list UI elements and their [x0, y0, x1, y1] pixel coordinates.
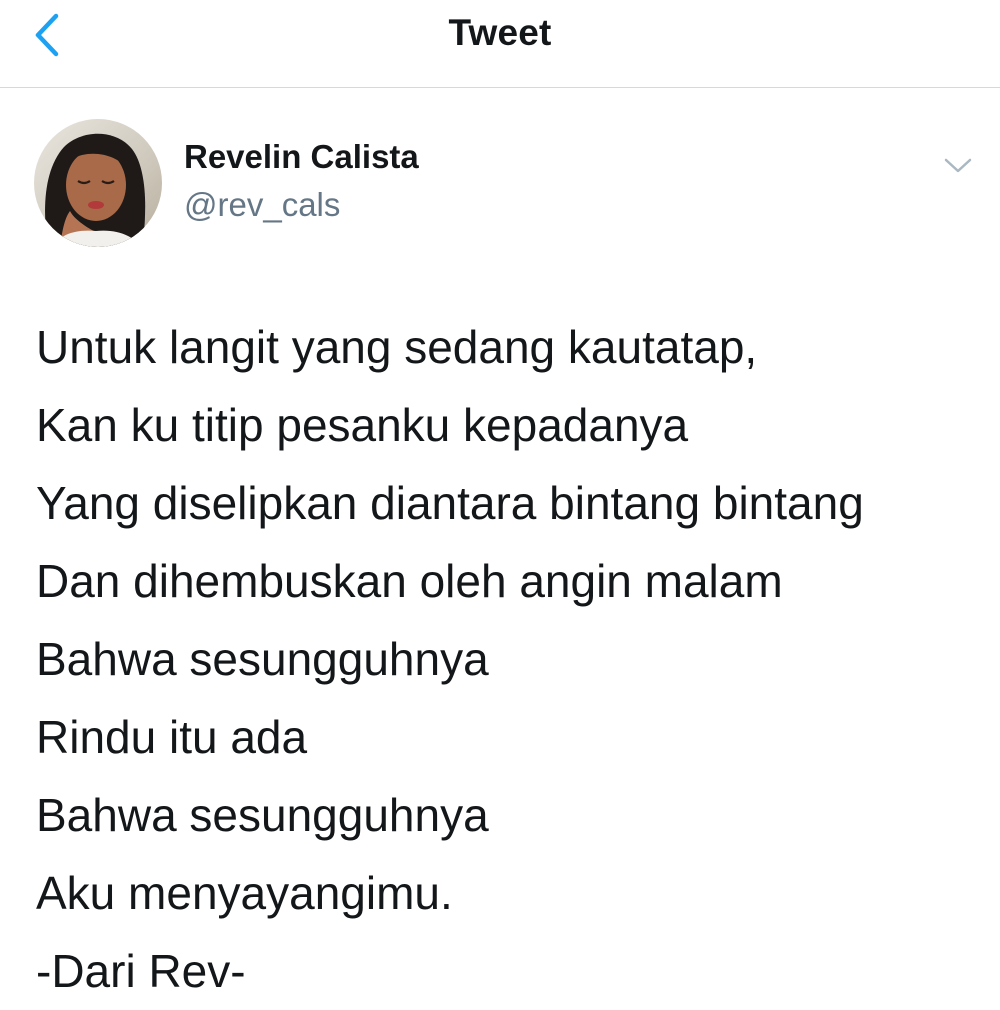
tweet-line: Rindu itu ada	[36, 711, 308, 763]
tweet-line: Yang diselipkan diantara bintang bintang	[36, 477, 864, 529]
tweet-header: Revelin Calista @rev_cals	[0, 118, 1000, 248]
tweet-line: Kan ku titip pesanku kepadanya	[36, 399, 689, 451]
tweet-line: Bahwa sesungguhnya	[36, 789, 489, 841]
author-display-name[interactable]: Revelin Calista	[184, 138, 419, 176]
user-avatar-photo	[34, 119, 162, 247]
tweet-line: Aku menyayangimu.	[36, 867, 453, 919]
chevron-down-icon	[944, 158, 972, 173]
tweet-line: Untuk langit yang sedang kautatap,	[36, 321, 758, 373]
tweet-line: Bahwa sesungguhnya	[36, 633, 489, 685]
navigation-bar: Tweet	[0, 0, 1000, 88]
avatar[interactable]	[34, 119, 162, 247]
author-handle[interactable]: @rev_cals	[184, 186, 340, 224]
tweet-text: Untuk langit yang sedang kautatap, Kan k…	[36, 308, 986, 1010]
tweet-menu-button[interactable]	[934, 148, 982, 184]
tweet-line: Dan dihembuskan oleh angin malam	[36, 555, 783, 607]
tweet-line: -Dari Rev-	[36, 945, 246, 997]
page-title: Tweet	[448, 12, 552, 53]
